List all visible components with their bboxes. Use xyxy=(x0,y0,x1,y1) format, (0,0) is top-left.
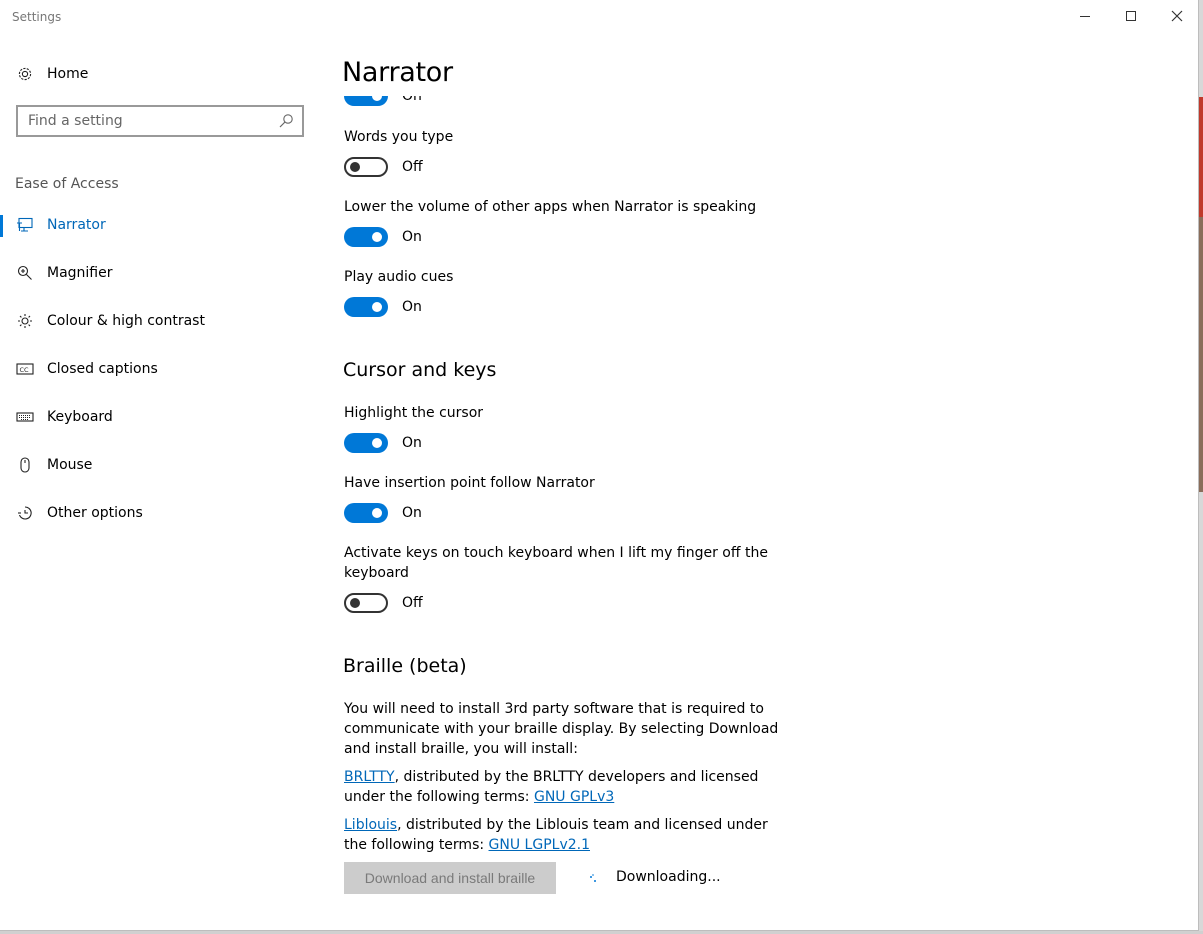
toggle-state-label: On xyxy=(402,505,422,521)
sidebar-item-label: Narrator xyxy=(47,217,106,233)
window-title: Settings xyxy=(12,10,62,24)
setting-label: Words you type xyxy=(344,129,454,145)
mouse-icon xyxy=(16,456,34,474)
gear-icon xyxy=(16,65,34,83)
play-audio-cues-toggle[interactable] xyxy=(344,297,388,317)
cursor-keys-heading: Cursor and keys xyxy=(343,359,497,381)
setting-insertion-point: Have insertion point follow Narrator On xyxy=(344,473,784,523)
sidebar-item-magnifier[interactable]: Magnifier xyxy=(0,253,320,293)
brightness-icon xyxy=(16,312,34,330)
setting-words-you-type: Words you type Off xyxy=(344,127,784,177)
sidebar-item-narrator[interactable]: Narrator xyxy=(0,205,320,245)
toggle-switch[interactable] xyxy=(344,96,388,106)
svg-text:CC: CC xyxy=(20,366,30,374)
sidebar-item-mouse[interactable]: Mouse xyxy=(0,445,320,485)
progress-spinner-icon xyxy=(590,873,600,883)
sidebar-item-label: Magnifier xyxy=(47,265,113,281)
setting-play-audio-cues: Play audio cues On xyxy=(344,267,784,317)
gnu-lgplv21-link[interactable]: GNU LGPLv2.1 xyxy=(489,837,590,853)
setting-label: Activate keys on touch keyboard when I l… xyxy=(344,545,768,581)
toggle-state-label: Off xyxy=(402,595,423,611)
liblouis-paragraph: Liblouis, distributed by the Liblouis te… xyxy=(344,815,789,855)
title-bar[interactable]: Settings xyxy=(0,0,1199,34)
sidebar-item-closed-captions[interactable]: CC Closed captions xyxy=(0,349,320,389)
maximize-icon xyxy=(1126,11,1136,21)
liblouis-link[interactable]: Liblouis xyxy=(344,817,397,833)
brltty-paragraph: BRLTTY, distributed by the BRLTTY develo… xyxy=(344,767,789,807)
home-label: Home xyxy=(47,66,89,82)
brltty-link[interactable]: BRLTTY xyxy=(344,769,395,785)
setting-activate-keys: Activate keys on touch keyboard when I l… xyxy=(344,543,784,613)
sidebar-item-label: Mouse xyxy=(47,457,93,473)
sidebar-item-label: Keyboard xyxy=(47,409,113,425)
braille-heading: Braille (beta) xyxy=(343,655,467,677)
search-input[interactable] xyxy=(18,113,268,129)
braille-intro: You will need to install 3rd party softw… xyxy=(344,701,779,757)
setting-label: Play audio cues xyxy=(344,269,454,285)
highlight-cursor-toggle[interactable] xyxy=(344,433,388,453)
closed-captions-icon: CC xyxy=(16,360,34,378)
search-box[interactable] xyxy=(16,105,304,137)
maximize-button[interactable] xyxy=(1108,0,1154,32)
sidebar-item-colour-high-contrast[interactable]: Colour & high contrast xyxy=(0,301,320,341)
close-button[interactable] xyxy=(1154,0,1200,32)
sidebar-item-other-options[interactable]: Other options xyxy=(0,493,320,533)
setting-label: Have insertion point follow Narrator xyxy=(344,475,595,491)
sidebar-item-keyboard[interactable]: Keyboard xyxy=(0,397,320,437)
settings-window: Settings Home Ease of Access Narrator Ma… xyxy=(0,0,1199,931)
setting-label: Lower the volume of other apps when Narr… xyxy=(344,199,757,215)
download-braille-button[interactable]: Download and install braille xyxy=(344,862,556,894)
sidebar-item-label: Closed captions xyxy=(47,361,158,377)
toggle-state-label: On xyxy=(402,229,422,245)
setting-label: Highlight the cursor xyxy=(344,405,484,421)
partial-setting: On xyxy=(344,96,422,106)
download-status: Downloading... xyxy=(616,869,721,885)
minimize-button[interactable] xyxy=(1062,0,1108,32)
words-you-type-toggle[interactable] xyxy=(344,157,388,177)
activate-keys-toggle[interactable] xyxy=(344,593,388,613)
toggle-state-label: On xyxy=(402,96,422,104)
close-icon xyxy=(1171,10,1183,22)
sidebar-item-label: Colour & high contrast xyxy=(47,313,205,329)
home-nav-item[interactable]: Home xyxy=(0,54,320,94)
settings-scroll-area[interactable]: On Words you type Off Lower the volume o… xyxy=(330,96,930,934)
setting-highlight-cursor: Highlight the cursor On xyxy=(344,403,784,453)
toggle-state-label: Off xyxy=(402,159,423,175)
narrator-icon xyxy=(16,216,34,234)
page-title: Narrator xyxy=(342,57,453,88)
setting-lower-volume: Lower the volume of other apps when Narr… xyxy=(344,197,784,247)
sidebar-item-label: Other options xyxy=(47,505,143,521)
minimize-icon xyxy=(1080,15,1090,17)
sidebar-category-heading: Ease of Access xyxy=(15,176,119,192)
magnifier-icon xyxy=(16,264,34,282)
desktop-background-right xyxy=(1199,0,1203,934)
search-icon[interactable] xyxy=(278,113,294,129)
gnu-gplv3-link[interactable]: GNU GPLv3 xyxy=(534,789,614,805)
toggle-state-label: On xyxy=(402,299,422,315)
keyboard-icon xyxy=(16,408,34,426)
other-options-icon xyxy=(16,504,34,522)
lower-volume-toggle[interactable] xyxy=(344,227,388,247)
toggle-state-label: On xyxy=(402,435,422,451)
insertion-point-toggle[interactable] xyxy=(344,503,388,523)
